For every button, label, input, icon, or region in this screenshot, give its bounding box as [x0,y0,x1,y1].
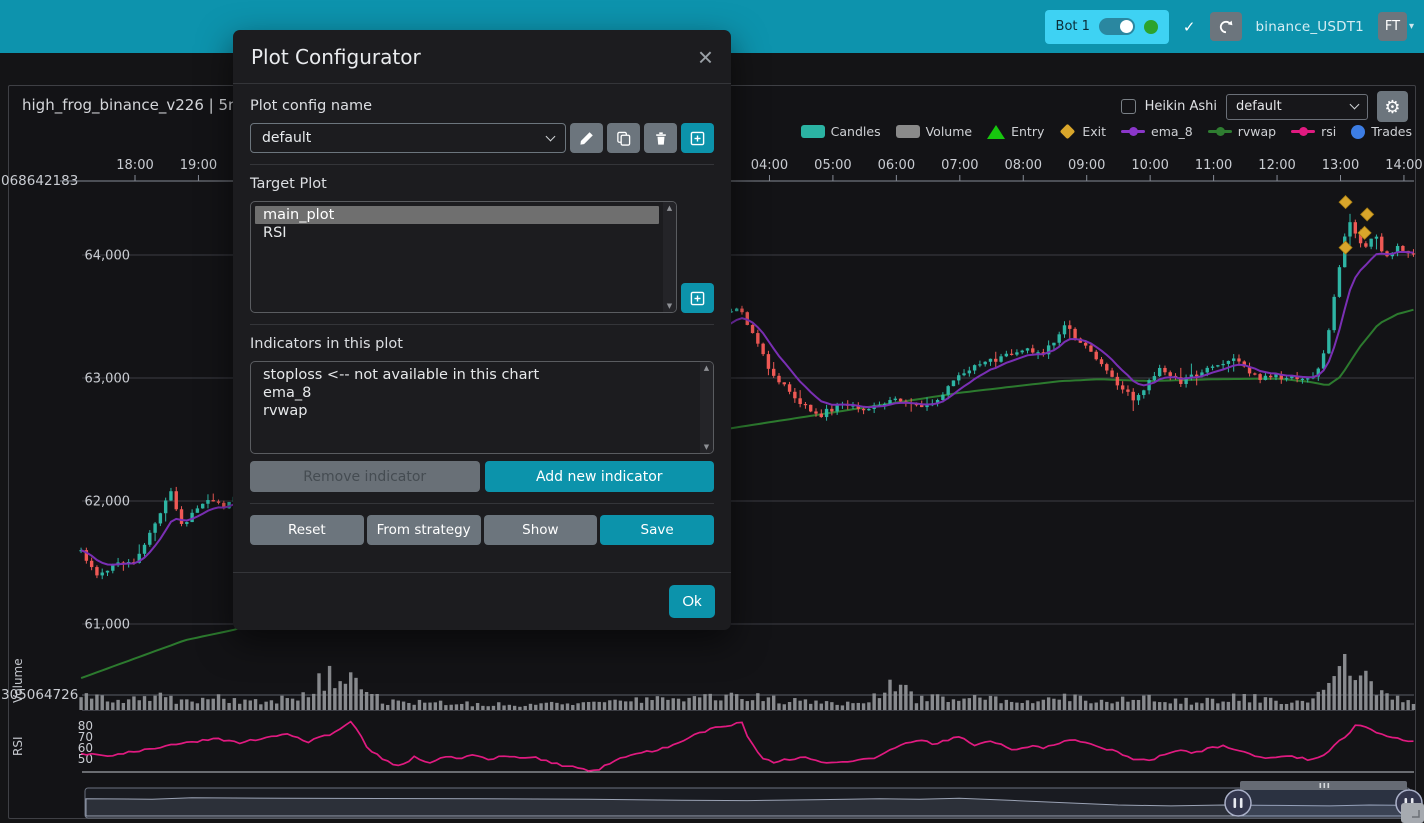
avatar[interactable]: FT [1378,12,1407,41]
volume-swatch-icon [896,125,920,138]
list-item[interactable]: rvwap [255,402,696,420]
avatar-caret-icon: ▾ [1409,21,1414,32]
rename-config-button[interactable] [570,123,603,153]
bot-toggle[interactable] [1099,18,1135,35]
legend-item-Entry[interactable]: Entry [987,124,1044,139]
chart-legend: Candles Volume Entry Exit ema_8 rvwap rsi Trade… [801,124,1412,139]
legend-label: ema_8 [1151,124,1193,139]
plot-settings-button[interactable]: ⚙ [1377,91,1408,122]
target-plot-row: main_plot RSI ▲ ▼ [250,201,714,313]
target-plot-listbox[interactable]: main_plot RSI ▲ ▼ [250,201,677,313]
scroll-down-icon[interactable]: ▼ [667,302,672,310]
modal-header: Plot Configurator × [233,30,731,84]
duplicate-config-button[interactable] [607,123,640,153]
indicators-listbox[interactable]: stoploss <-- not available in this chart… [250,361,714,454]
list-item[interactable]: stoploss <-- not available in this chart [255,366,696,384]
plus-square-icon [690,291,705,306]
config-name-select[interactable]: default [250,123,566,153]
reset-button[interactable]: Reset [250,515,364,545]
close-icon[interactable]: × [698,47,713,67]
divider [250,324,714,325]
pencil-icon [579,131,594,146]
add-new-indicator-button[interactable]: Add new indicator [485,461,715,492]
list-item[interactable]: RSI [255,224,659,242]
entry-swatch-icon [987,125,1005,139]
legend-item-Volume[interactable]: Volume [896,124,973,139]
scroll-down-icon[interactable]: ▼ [704,443,709,451]
ok-button[interactable]: Ok [669,585,715,618]
plus-square-icon [690,131,705,146]
scroll-up-icon[interactable]: ▲ [704,364,709,372]
target-plot-label: Target Plot [250,176,714,192]
save-button[interactable]: Save [600,515,714,545]
list-item[interactable]: main_plot [255,206,659,224]
legend-item-rvwap[interactable]: rvwap [1208,124,1276,139]
trades-swatch-icon [1351,125,1365,139]
chevron-down-icon [546,131,556,141]
heikin-ashi-checkbox[interactable] [1121,99,1136,114]
plot-config-select[interactable]: default [1226,94,1368,120]
legend-label: Exit [1082,124,1106,139]
chart-pair-title: high_frog_binance_v226 | 5m [22,96,243,114]
bot-selector[interactable]: Bot 1 [1045,10,1169,44]
exit-swatch-icon [1060,124,1076,140]
from-strategy-button[interactable]: From strategy [367,515,481,545]
legend-label: rvwap [1238,124,1276,139]
heikin-ashi-label: Heikin Ashi [1145,99,1217,114]
modal-title: Plot Configurator [251,45,421,69]
scroll-up-icon[interactable]: ▲ [667,204,672,212]
legend-label: Volume [926,124,973,139]
scrollbar[interactable]: ▲ ▼ [700,362,713,453]
divider [250,503,714,504]
config-actions-row: Reset From strategy Show Save [250,515,714,545]
legend-label: Entry [1011,124,1044,139]
legend-label: rsi [1321,124,1336,139]
refresh-icon [1218,19,1234,35]
chart-controls: Heikin Ashi default ⚙ [1121,91,1408,122]
plot-config-name-label: Plot config name [250,98,714,114]
chevron-down-icon [1350,100,1360,110]
legend-item-Exit[interactable]: Exit [1059,124,1106,139]
candles-swatch-icon [801,125,825,138]
toggle-knob [1120,20,1133,33]
add-config-button[interactable] [681,123,714,153]
show-button[interactable]: Show [484,515,598,545]
config-name-row: default [250,123,714,153]
modal-body: Plot config name default [233,84,731,572]
legend-label: Trades [1371,124,1412,139]
remove-indicator-button[interactable]: Remove indicator [250,461,480,492]
legend-item-ema_8[interactable]: ema_8 [1121,124,1193,139]
modal-footer: Ok [233,572,731,630]
check-icon: ✓ [1183,18,1196,36]
trash-icon [654,131,668,146]
bot-name: Bot 1 [1056,19,1090,34]
refresh-button[interactable] [1210,12,1242,41]
indicator-actions-row: Remove indicator Add new indicator [250,461,714,492]
plot-config-selected: default [1236,99,1282,114]
copy-icon [616,131,631,146]
add-plot-col [681,201,714,313]
rsi-swatch-icon [1291,130,1315,133]
scrollbar[interactable]: ▲ ▼ [663,202,676,312]
rvwap-swatch-icon [1208,130,1232,133]
ema_8-swatch-icon [1121,130,1145,133]
indicators-label: Indicators in this plot [250,336,714,352]
pair-label[interactable]: binance_USDT1 [1256,19,1364,35]
list-item[interactable]: ema_8 [255,384,696,402]
add-plot-button[interactable] [681,283,714,313]
legend-item-Trades[interactable]: Trades [1351,124,1412,139]
delete-config-button[interactable] [644,123,677,153]
bot-online-dot [1144,20,1158,34]
legend-label: Candles [831,124,881,139]
plot-configurator-modal: Plot Configurator × Plot config name def… [233,30,731,630]
legend-item-Candles[interactable]: Candles [801,124,881,139]
config-name-value: default [262,130,311,146]
divider [250,164,714,165]
legend-item-rsi[interactable]: rsi [1291,124,1336,139]
